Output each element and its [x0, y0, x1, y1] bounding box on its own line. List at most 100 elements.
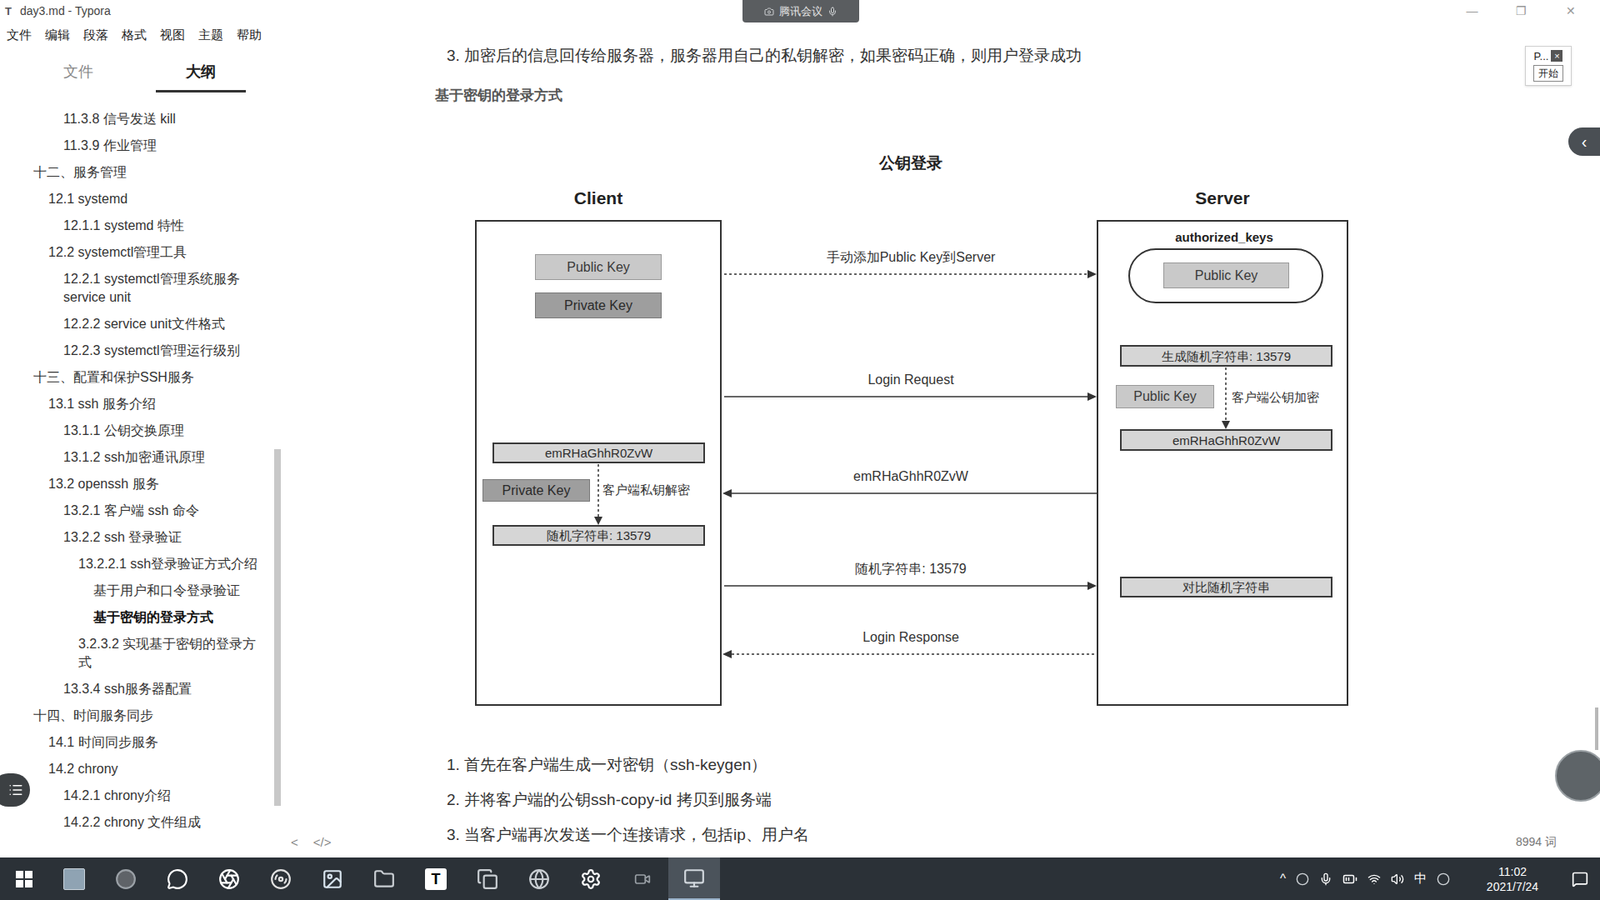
microphone-icon[interactable]: [1319, 872, 1333, 886]
outline-item[interactable]: 12.1.1 systemd 特性: [0, 212, 275, 240]
outline-item[interactable]: 13.1.1 公钥交换原理: [0, 417, 275, 445]
outline-list: 11.3.8 信号发送 kill11.3.9 作业管理十二、服务管理12.1 s…: [0, 92, 275, 836]
tray-app-icon[interactable]: [1295, 872, 1310, 886]
title-bar: Tday3.md - Typora—❐✕腾讯会议: [0, 0, 1600, 23]
taskbar-app[interactable]: [100, 857, 152, 900]
outline-item[interactable]: 十三、配置和保护SSH服务: [0, 364, 275, 391]
taskbar-app[interactable]: [616, 857, 669, 900]
outline-item[interactable]: 13.2.2 ssh 登录验证: [0, 524, 275, 551]
outline-item[interactable]: 3.2.3.2 实现基于密钥的登录方式: [0, 630, 275, 676]
taskbar-app[interactable]: [358, 857, 410, 900]
meeting-tab[interactable]: 腾讯会议: [742, 0, 860, 23]
outline-item[interactable]: 12.2.2 service unit文件格式: [0, 310, 275, 338]
outline-item[interactable]: 11.3.8 信号发送 kill: [0, 105, 275, 133]
network-icon[interactable]: [1367, 872, 1381, 886]
taskbar-app[interactable]: [151, 857, 204, 900]
typora-icon: T: [425, 868, 447, 890]
taskbar-app[interactable]: [461, 857, 514, 900]
editor-scrollbar[interactable]: [1595, 707, 1599, 750]
sidebar-tab[interactable]: 大纲: [155, 45, 246, 93]
client-label: Client: [574, 185, 623, 212]
outline-item[interactable]: 14.2.2 chrony 文件组成: [0, 809, 275, 836]
taskbar-app[interactable]: [565, 857, 617, 900]
taskbar-app[interactable]: [668, 857, 720, 900]
back-button[interactable]: <: [290, 833, 299, 853]
diagram-node: Public Key: [1115, 385, 1215, 409]
word-count: 8994 词: [1515, 833, 1557, 851]
outline-item[interactable]: 12.1 systemd: [0, 185, 275, 213]
outline-item[interactable]: 13.3.4 ssh服务器配置: [0, 675, 275, 703]
diagram-node: Public Key: [1163, 262, 1290, 289]
browser-icon: [528, 868, 550, 890]
source-mode-button[interactable]: </>: [313, 833, 332, 853]
menu-item[interactable]: 段落: [83, 28, 109, 41]
window-control[interactable]: ❐: [1496, 0, 1546, 23]
outline-item[interactable]: 11.3.9 作业管理: [0, 132, 275, 160]
diagram-node: 生成随机字符串: 13579: [1120, 345, 1333, 367]
tray-status-icon[interactable]: [1436, 872, 1450, 886]
step-item: 1. 首先在客户端生成一对密钥（ssh-keygen）: [446, 755, 1600, 775]
message-label: 随机字符串: 13579: [855, 560, 966, 578]
outline-item[interactable]: 13.2.2.1 ssh登录验证方式介绍: [0, 550, 275, 578]
outline-item[interactable]: 13.2.1 客户端 ssh 命令: [0, 497, 275, 525]
server-box: [1096, 220, 1349, 706]
volume-icon[interactable]: [1390, 872, 1405, 886]
diagram-note: 客户端公钥加密: [1231, 388, 1320, 407]
taskbar-app[interactable]: [203, 857, 255, 900]
notification-icon[interactable]: [1571, 870, 1589, 888]
outline-item[interactable]: 十四、时间服务同步: [0, 702, 275, 730]
outline-item[interactable]: 基于密钥的登录方式: [0, 604, 275, 631]
menu-item[interactable]: 文件: [6, 28, 32, 41]
outline-item[interactable]: 12.2 systemctl管理工具: [0, 239, 275, 266]
image-icon: [321, 868, 344, 890]
camera-icon: [634, 870, 651, 888]
outline-item[interactable]: 基于用户和口令登录验证: [0, 577, 275, 605]
menu-item[interactable]: 编辑: [45, 28, 70, 41]
window-control[interactable]: ✕: [1545, 0, 1595, 23]
list-icon: [8, 782, 24, 798]
start-button[interactable]: [0, 857, 49, 900]
menu-item[interactable]: 视图: [160, 28, 185, 41]
outline-item[interactable]: 12.2.1 systemctl管理系统服务 service unit: [0, 265, 275, 311]
clock[interactable]: 11:022021/7/24: [1475, 864, 1550, 895]
outline-item[interactable]: 13.1.2 ssh加密通讯原理: [0, 444, 275, 471]
outline-item[interactable]: 14.1 时间同步服务: [0, 729, 275, 756]
floating-widget[interactable]: P...×开始: [1525, 45, 1572, 86]
side-toggle[interactable]: ‹: [1568, 127, 1600, 156]
editor: 3. 加密后的信息回传给服务器，服务器用自己的私钥解密，如果密码正确，则用户登录…: [280, 45, 1600, 858]
diagram-node: Private Key: [535, 292, 662, 319]
message-label: 手动添加Public Key到Server: [826, 249, 996, 266]
widget-close-button[interactable]: ×: [1550, 50, 1563, 62]
outline-item[interactable]: 13.1 ssh 服务介绍: [0, 390, 275, 418]
diagram-node: Private Key: [482, 479, 590, 502]
tray-expand[interactable]: ^: [1280, 869, 1286, 889]
swirl-icon: [270, 868, 292, 890]
taskbar-app[interactable]: [306, 857, 359, 900]
start-button[interactable]: 开始: [1533, 65, 1564, 82]
meeting-mic-icon: [827, 6, 838, 17]
battery-icon[interactable]: [1342, 871, 1358, 887]
input-method[interactable]: 中: [1414, 869, 1427, 889]
menu-item[interactable]: 格式: [121, 28, 147, 41]
window-control[interactable]: —: [1447, 0, 1497, 23]
taskbar-app[interactable]: T: [410, 857, 462, 900]
diagram-node: emRHaGhhR0ZvW: [1120, 429, 1333, 451]
step-item: 3. 当客户端再次发送一个连接请求，包括ip、用户名: [446, 825, 1600, 845]
taskbar-app[interactable]: [48, 857, 100, 900]
outline-item[interactable]: 14.2 chrony: [0, 755, 275, 783]
menu-item[interactable]: 帮助: [236, 28, 262, 41]
taskbar-app[interactable]: [513, 857, 565, 900]
authorized-keys-label: authorized_keys: [1175, 228, 1274, 248]
outline-item[interactable]: 12.2.3 systemctl管理运行级别: [0, 337, 275, 365]
message-label: Login Request: [867, 371, 954, 389]
sidebar-tab[interactable]: 文件: [33, 45, 124, 93]
outline-item[interactable]: 13.2 openssh 服务: [0, 470, 275, 498]
step-item: 2. 并将客户端的公钥ssh-copy-id 拷贝到服务端: [446, 790, 1600, 810]
sidebar-scrollbar[interactable]: [274, 45, 281, 858]
sidebar-scroll-thumb[interactable]: [274, 449, 281, 806]
folder-icon: [373, 868, 395, 890]
taskbar-app[interactable]: [255, 857, 307, 900]
outline-item[interactable]: 14.2.1 chrony介绍: [0, 782, 275, 810]
menu-item[interactable]: 主题: [198, 28, 224, 41]
outline-item[interactable]: 十二、服务管理: [0, 159, 275, 186]
